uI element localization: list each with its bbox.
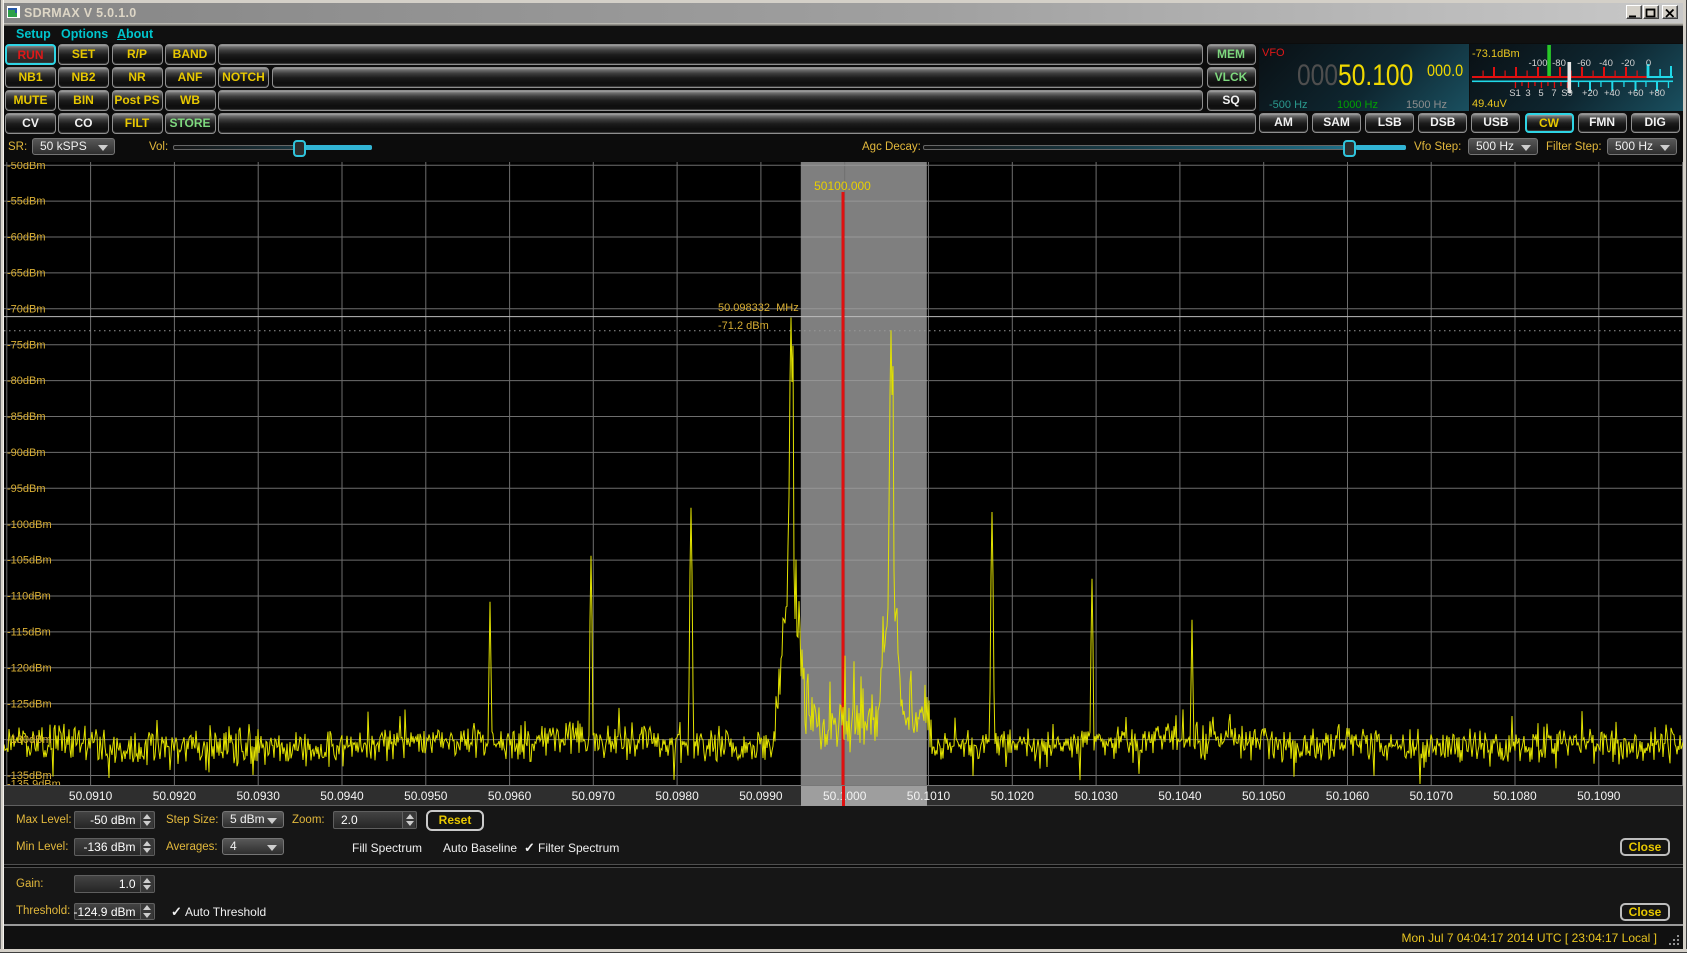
svg-text:7: 7 — [1551, 88, 1556, 99]
svg-text:-80: -80 — [1552, 58, 1566, 69]
svg-text:-80dBm: -80dBm — [7, 375, 46, 387]
svg-text:3: 3 — [1525, 88, 1530, 99]
svg-text:-20: -20 — [1621, 58, 1635, 69]
svg-text:-40: -40 — [1599, 58, 1613, 69]
svg-text:50100.000: 50100.000 — [814, 179, 871, 193]
svg-text:-65dBm: -65dBm — [7, 268, 46, 280]
svg-text:-125dBm: -125dBm — [7, 698, 52, 710]
svg-text:-75dBm: -75dBm — [7, 339, 46, 351]
svg-text:-70dBm: -70dBm — [7, 303, 46, 315]
svg-text:-60: -60 — [1577, 58, 1591, 69]
svg-text:-60dBm: -60dBm — [7, 232, 46, 244]
svg-text:-85dBm: -85dBm — [7, 411, 46, 423]
svg-text:+60: +60 — [1627, 88, 1643, 99]
svg-text:50.098332 MHz: 50.098332 MHz — [718, 302, 799, 314]
svg-text:S1: S1 — [1509, 88, 1521, 99]
svg-text:-115dBm: -115dBm — [7, 627, 51, 639]
svg-text:-120dBm: -120dBm — [7, 662, 52, 674]
svg-text:S9: S9 — [1561, 88, 1573, 99]
svg-text:-105dBm: -105dBm — [7, 555, 52, 567]
svg-text:-110dBm: -110dBm — [7, 591, 51, 603]
svg-text:5: 5 — [1538, 88, 1543, 99]
svg-text:-71.2 dBm: -71.2 dBm — [718, 320, 769, 332]
svg-text:-95dBm: -95dBm — [7, 483, 46, 495]
svg-text:-55dBm: -55dBm — [7, 196, 46, 208]
svg-text:-50dBm: -50dBm — [7, 162, 46, 172]
svg-text:+80: +80 — [1649, 88, 1665, 99]
svg-text:-100: -100 — [1528, 58, 1547, 69]
svg-text:0: 0 — [1646, 58, 1651, 69]
svg-text:+20: +20 — [1582, 88, 1598, 99]
svg-text:-90dBm: -90dBm — [7, 447, 46, 459]
svg-text:-100dBm: -100dBm — [7, 519, 52, 531]
svg-text:-130dBm: -130dBm — [7, 734, 52, 746]
svg-text:+40: +40 — [1604, 88, 1620, 99]
